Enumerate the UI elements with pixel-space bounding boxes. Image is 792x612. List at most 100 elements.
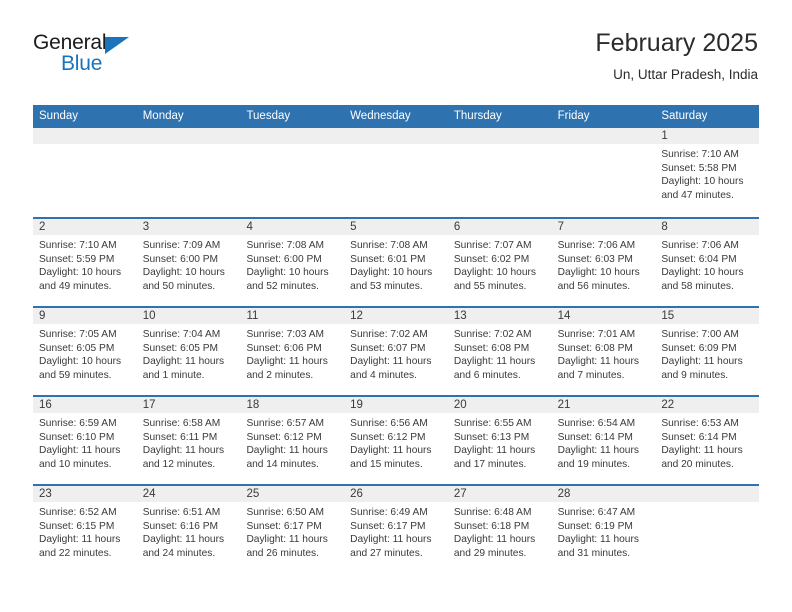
daylight-text: Daylight: 10 hours and 55 minutes. — [453, 267, 536, 292]
day-cell[interactable]: 2 Sunrise: 7:10 AM Sunset: 5:59 PM Daylight… — [33, 219, 137, 306]
daylight-text: Daylight: 11 hours and 7 minutes. — [557, 356, 639, 381]
sunrise-text: Sunrise: 7:09 AM — [142, 240, 221, 251]
sunset-text: Sunset: 6:08 PM — [557, 342, 633, 354]
day-cell[interactable]: 19 Sunrise: 6:56 AM Sunset: 6:12 PM Dayligh… — [344, 397, 448, 484]
day-number — [344, 128, 448, 144]
sunset-text: Sunset: 6:11 PM — [142, 431, 218, 443]
day-details: Sunrise: 7:02 AM Sunset: 6:08 PM Daylight:… — [448, 324, 552, 382]
sunrise-text: Sunrise: 7:03 AM — [246, 329, 325, 340]
sunset-text: Sunset: 6:03 PM — [557, 253, 633, 265]
sunrise-text: Sunrise: 7:05 AM — [39, 329, 117, 340]
daylight-text: Daylight: 11 hours and 20 minutes. — [661, 445, 743, 470]
calendar-grid: Sunday Monday Tuesday Wednesday Thursday Frid… — [33, 105, 760, 573]
sunset-text: Sunset: 6:13 PM — [453, 431, 530, 443]
day-number: 10 — [136, 308, 241, 324]
day-cell[interactable]: 23 Sunrise: 6:52 AM Sunset: 6:15 PM Dayligh… — [33, 486, 137, 573]
logo-triangle-icon — [105, 37, 129, 54]
day-cell[interactable]: 8 Sunrise: 7:06 AM Sunset: 6:04 PM Daylight… — [655, 219, 760, 306]
sunrise-text: Sunrise: 6:49 AM — [350, 507, 428, 518]
day-number: 8 — [655, 219, 760, 235]
day-cell[interactable]: 7 Sunrise: 7:06 AM Sunset: 6:03 PM Daylight… — [551, 219, 656, 306]
daylight-text: Daylight: 11 hours and 1 minute. — [142, 356, 225, 381]
page-header: General Blue February 2025 Un, Uttar Pra… — [33, 28, 758, 90]
day-details: Sunrise: 7:05 AM Sunset: 6:05 PM Daylight:… — [33, 324, 137, 382]
week-row: 16 Sunrise: 6:59 AM Sunset: 6:10 PM Dayligh… — [33, 395, 760, 484]
week-row: 23 Sunrise: 6:52 AM Sunset: 6:15 PM Dayligh… — [33, 484, 760, 573]
day-cell[interactable]: 11 Sunrise: 7:03 AM Sunset: 6:06 PM Dayligh… — [240, 308, 345, 395]
day-details: Sunrise: 6:54 AM Sunset: 6:14 PM Daylight:… — [552, 413, 656, 471]
day-cell[interactable]: 20 Sunrise: 6:55 AM Sunset: 6:13 PM Dayligh… — [447, 397, 552, 484]
daylight-text: Daylight: 10 hours and 58 minutes. — [661, 267, 744, 292]
day-details: Sunrise: 7:07 AM Sunset: 6:02 PM Daylight:… — [448, 235, 552, 293]
day-number: 14 — [551, 308, 656, 324]
day-cell[interactable]: 3 Sunrise: 7:09 AM Sunset: 6:00 PM Daylight… — [136, 219, 241, 306]
day-cell[interactable]: 15 Sunrise: 7:00 AM Sunset: 6:09 PM Dayligh… — [655, 308, 760, 395]
day-cell[interactable]: 12 Sunrise: 7:02 AM Sunset: 6:07 PM Dayligh… — [344, 308, 448, 395]
day-cell[interactable]: 28 Sunrise: 6:47 AM Sunset: 6:19 PM Dayligh… — [551, 486, 656, 573]
day-details: Sunrise: 6:53 AM Sunset: 6:14 PM Daylight:… — [655, 413, 759, 471]
sunrise-text: Sunrise: 7:07 AM — [453, 240, 532, 251]
day-number — [33, 128, 137, 144]
day-cell[interactable]: 25 Sunrise: 6:50 AM Sunset: 6:17 PM Dayligh… — [240, 486, 345, 573]
sunset-text: Sunset: 6:16 PM — [142, 520, 219, 532]
day-details: Sunrise: 7:06 AM Sunset: 6:03 PM Daylight:… — [552, 235, 656, 293]
day-cell[interactable]: 4 Sunrise: 7:08 AM Sunset: 6:00 PM Daylight… — [240, 219, 345, 306]
sunrise-text: Sunrise: 7:10 AM — [661, 149, 739, 160]
day-cell-empty — [33, 128, 137, 217]
sunset-text: Sunset: 6:10 PM — [39, 431, 115, 443]
daylight-text: Daylight: 10 hours and 47 minutes. — [661, 176, 744, 201]
day-cell[interactable]: 27 Sunrise: 6:48 AM Sunset: 6:18 PM Dayligh… — [447, 486, 552, 573]
day-number: 25 — [240, 486, 345, 502]
sunrise-text: Sunrise: 7:02 AM — [453, 329, 532, 340]
day-cell-empty — [240, 128, 345, 217]
weekday-header-monday: Monday — [142, 110, 184, 122]
day-cell[interactable]: 24 Sunrise: 6:51 AM Sunset: 6:16 PM Dayligh… — [136, 486, 241, 573]
daylight-text: Daylight: 11 hours and 31 minutes. — [557, 534, 639, 559]
day-cell[interactable]: 16 Sunrise: 6:59 AM Sunset: 6:10 PM Dayligh… — [33, 397, 137, 484]
sunset-text: Sunset: 6:02 PM — [453, 253, 530, 265]
week-row: 1 Sunrise: 7:10 AM Sunset: 5:58 PM Daylight… — [33, 128, 760, 217]
day-details: Sunrise: 6:47 AM Sunset: 6:19 PM Daylight:… — [552, 502, 656, 560]
daylight-text: Daylight: 10 hours and 56 minutes. — [557, 267, 640, 292]
day-number: 23 — [33, 486, 137, 502]
sunset-text: Sunset: 6:05 PM — [142, 342, 219, 354]
daylight-text: Daylight: 10 hours and 59 minutes. — [39, 356, 122, 381]
day-number: 24 — [136, 486, 241, 502]
day-details: Sunrise: 6:56 AM Sunset: 6:12 PM Daylight:… — [344, 413, 448, 471]
day-number: 16 — [33, 397, 137, 413]
page-title: February 2025 — [595, 29, 758, 57]
daylight-text: Daylight: 10 hours and 52 minutes. — [246, 267, 329, 292]
day-cell[interactable]: 17 Sunrise: 6:58 AM Sunset: 6:11 PM Dayligh… — [136, 397, 241, 484]
sunrise-text: Sunrise: 6:50 AM — [246, 507, 325, 518]
week-row: 2 Sunrise: 7:10 AM Sunset: 5:59 PM Daylight… — [33, 217, 760, 306]
day-number: 5 — [344, 219, 448, 235]
sunset-text: Sunset: 6:14 PM — [557, 431, 633, 443]
day-number — [136, 128, 241, 144]
sunrise-text: Sunrise: 6:58 AM — [142, 418, 221, 429]
day-cell[interactable]: 6 Sunrise: 7:07 AM Sunset: 6:02 PM Daylight… — [447, 219, 552, 306]
day-number: 27 — [447, 486, 552, 502]
day-cell[interactable]: 5 Sunrise: 7:08 AM Sunset: 6:01 PM Daylight… — [344, 219, 448, 306]
day-number: 13 — [447, 308, 552, 324]
day-cell[interactable]: 26 Sunrise: 6:49 AM Sunset: 6:17 PM Dayligh… — [344, 486, 448, 573]
day-cell[interactable]: 22 Sunrise: 6:53 AM Sunset: 6:14 PM Dayligh… — [655, 397, 760, 484]
day-cell[interactable]: 1 Sunrise: 7:10 AM Sunset: 5:58 PM Daylight… — [655, 128, 760, 217]
sunrise-text: Sunrise: 7:00 AM — [661, 329, 739, 340]
sunset-text: Sunset: 6:17 PM — [246, 520, 322, 532]
day-cell[interactable]: 18 Sunrise: 6:57 AM Sunset: 6:12 PM Dayligh… — [240, 397, 345, 484]
day-cell[interactable]: 13 Sunrise: 7:02 AM Sunset: 6:08 PM Dayligh… — [447, 308, 552, 395]
day-details: Sunrise: 7:03 AM Sunset: 6:06 PM Daylight:… — [240, 324, 344, 382]
sunset-text: Sunset: 6:06 PM — [246, 342, 322, 354]
daylight-text: Daylight: 11 hours and 27 minutes. — [350, 534, 432, 559]
day-cell[interactable]: 10 Sunrise: 7:04 AM Sunset: 6:05 PM Dayligh… — [136, 308, 241, 395]
daylight-text: Daylight: 11 hours and 19 minutes. — [557, 445, 639, 470]
day-details: Sunrise: 6:50 AM Sunset: 6:17 PM Daylight:… — [240, 502, 344, 560]
day-cell[interactable]: 14 Sunrise: 7:01 AM Sunset: 6:08 PM Dayligh… — [551, 308, 656, 395]
day-details: Sunrise: 6:48 AM Sunset: 6:18 PM Daylight:… — [448, 502, 552, 560]
weekday-header-row: Sunday Monday Tuesday Wednesday Thursday Frid… — [33, 105, 759, 128]
day-number — [240, 128, 345, 144]
day-cell[interactable]: 21 Sunrise: 6:54 AM Sunset: 6:14 PM Dayligh… — [551, 397, 656, 484]
day-cell[interactable]: 9 Sunrise: 7:05 AM Sunset: 6:05 PM Daylight… — [33, 308, 137, 395]
day-number: 26 — [344, 486, 448, 502]
weekday-header-thursday: Thursday — [453, 110, 502, 122]
